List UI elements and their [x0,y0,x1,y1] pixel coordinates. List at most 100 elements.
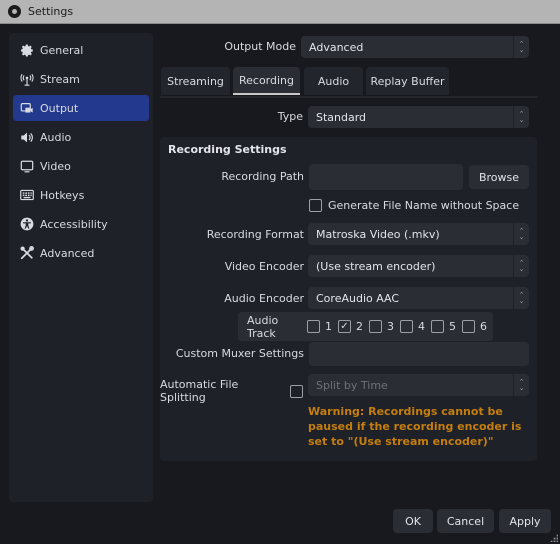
type-select[interactable]: Standard ⌃ ⌄ [308,106,529,128]
sidebar-item-accessibility[interactable]: Accessibility [13,211,149,237]
sidebar-item-video[interactable]: Video [13,153,149,179]
tab-label: Streaming [167,74,224,88]
audio-encoder-label: Audio Encoder [224,292,304,305]
sidebar-item-label: Audio [40,130,72,144]
ok-button[interactable]: OK [393,509,433,533]
audio-track-2[interactable]: ✓ 2 [338,320,363,333]
apply-label: Apply [509,514,541,528]
audio-track-1[interactable]: 1 [307,320,332,333]
antenna-icon [20,72,34,86]
output-mode-label: Output Mode [224,40,296,53]
sidebar-item-advanced[interactable]: Advanced [13,240,149,266]
type-value: Standard [316,110,367,124]
audio-encoder-select[interactable]: CoreAudio AAC ⌃ ⌄ [308,287,529,309]
warning-text: Warning: Recordings cannot be paused if … [308,405,522,448]
browse-label: Browse [478,170,520,184]
cancel-button[interactable]: Cancel [437,509,494,533]
tab-replay-buffer[interactable]: Replay Buffer [366,67,449,95]
tab-label: Recording [238,73,295,87]
auto-split-mode-value: Split by Time [316,378,388,392]
tab-audio[interactable]: Audio [304,67,363,95]
tools-icon [20,246,34,260]
audio-track-6[interactable]: 6 [462,320,487,333]
type-label: Type [277,110,303,123]
accessibility-icon [20,217,34,231]
video-encoder-label: Video Encoder [224,260,304,273]
track-number: 6 [480,320,487,333]
sidebar-item-hotkeys[interactable]: Hotkeys [13,182,149,208]
group-title: Recording Settings [168,143,287,156]
gear-icon [20,43,34,57]
sidebar-item-output[interactable]: Output [13,95,149,121]
track-checkbox[interactable] [400,320,413,333]
keyboard-icon [20,188,34,202]
recording-settings-group: Recording Settings Recording Path Browse… [160,137,537,461]
sidebar-item-label: Output [40,101,79,115]
chevron-updown-icon: ⌃ ⌄ [513,255,529,277]
generate-filename-checkbox[interactable] [309,199,322,212]
tab-recording[interactable]: Recording [233,67,300,95]
sidebar-item-label: General [40,43,84,57]
sidebar-item-label: Video [40,159,71,173]
recording-format-label: Recording Format [206,228,304,241]
chevron-updown-icon: ⌃ ⌄ [513,36,529,58]
tab-label: Audio [317,74,350,88]
generate-filename-row: Generate File Name without Space [309,199,519,212]
sidebar-item-label: Advanced [40,246,95,260]
sidebar-item-label: Accessibility [40,217,108,231]
video-encoder-select[interactable]: (Use stream encoder) ⌃ ⌄ [308,255,529,277]
audio-track-row: Audio Track 1 ✓ 2 3 4 5 6 [238,312,493,341]
track-checkbox[interactable] [431,320,444,333]
audio-track-3[interactable]: 3 [369,320,394,333]
tab-label: Replay Buffer [370,74,445,88]
tab-streaming[interactable]: Streaming [161,67,230,95]
track-checkbox[interactable] [307,320,320,333]
output-mode-select[interactable]: Advanced ⌃ ⌄ [301,36,529,58]
resize-grip-icon[interactable] [550,534,558,542]
title-bar: Settings [0,0,560,24]
recording-path-input[interactable] [309,164,463,190]
obs-logo-icon [8,5,21,18]
sidebar-item-label: Hotkeys [40,188,85,202]
audio-track-4[interactable]: 4 [400,320,425,333]
auto-split-mode-select[interactable]: Split by Time ⌃ ⌄ [308,374,529,396]
generate-filename-label: Generate File Name without Space [328,199,520,212]
window-title: Settings [28,5,74,18]
custom-muxer-label: Custom Muxer Settings [175,347,304,360]
track-checkbox[interactable] [462,320,475,333]
audio-track-label: Audio Track [247,313,279,340]
ok-label: OK [405,514,421,528]
track-checkbox[interactable] [369,320,382,333]
auto-split-row: Automatic File Splitting [160,378,303,404]
audio-encoder-value: CoreAudio AAC [316,291,400,305]
track-number: 5 [449,320,456,333]
recording-format-select[interactable]: Matroska Video (.mkv) ⌃ ⌄ [308,223,529,245]
video-encoder-value: (Use stream encoder) [316,259,436,273]
monitor-icon [20,159,34,173]
cancel-label: Cancel [446,514,485,528]
browse-button[interactable]: Browse [469,165,529,189]
speaker-icon [20,130,34,144]
tab-divider [160,96,538,98]
chevron-updown-icon: ⌃ ⌄ [513,106,529,128]
apply-button[interactable]: Apply [499,509,551,533]
track-number: 1 [325,320,332,333]
track-number: 2 [356,320,363,333]
sidebar-item-label: Stream [40,72,80,86]
recording-path-label: Recording Path [221,170,304,183]
auto-split-label: Automatic File Splitting [160,378,239,404]
sidebar-item-general[interactable]: General [13,37,149,63]
sidebar: General Stream Output Audio Video Hotkey… [9,33,153,502]
output-mode-value: Advanced [309,40,364,54]
sidebar-item-audio[interactable]: Audio [13,124,149,150]
auto-split-checkbox[interactable] [290,384,303,398]
track-number: 3 [387,320,394,333]
custom-muxer-input[interactable] [309,342,529,366]
recording-format-value: Matroska Video (.mkv) [316,227,440,241]
chevron-updown-icon: ⌃ ⌄ [513,223,529,245]
chevron-updown-icon: ⌃ ⌄ [513,287,529,309]
track-checkbox-checked[interactable]: ✓ [338,320,351,333]
track-number: 4 [418,320,425,333]
audio-track-5[interactable]: 5 [431,320,456,333]
sidebar-item-stream[interactable]: Stream [13,66,149,92]
